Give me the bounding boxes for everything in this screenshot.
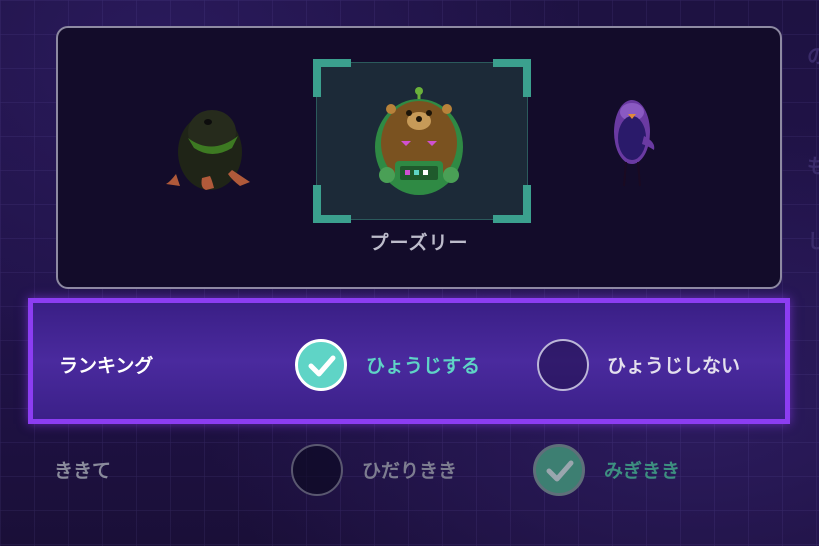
- right-handed-radio[interactable]: [533, 444, 585, 496]
- right-handed-label[interactable]: みぎきき: [604, 456, 680, 483]
- background-decor-text: し: [807, 229, 819, 253]
- selector-corner: [493, 59, 531, 97]
- check-icon: [308, 355, 336, 377]
- ranking-label: ランキング: [59, 355, 154, 377]
- handedness-label: ききて: [54, 460, 112, 482]
- character-platypus[interactable]: [166, 100, 256, 196]
- selected-character-name: プーズリー: [369, 232, 469, 254]
- character-purple-bird[interactable]: [610, 92, 660, 196]
- ranking-setting-row: ランキング ひょうじする ひょうじしない: [28, 298, 790, 424]
- ranking-hide-radio[interactable]: [537, 339, 589, 391]
- left-handed-radio[interactable]: [291, 444, 343, 496]
- ranking-hide-label[interactable]: ひょうじしない: [607, 351, 740, 378]
- selector-corner: [493, 185, 531, 223]
- background-decor-text: も: [807, 154, 819, 178]
- ranking-show-label[interactable]: ひょうじする: [366, 351, 480, 378]
- selector-corner: [313, 185, 351, 223]
- background-decor-text: の: [807, 44, 819, 68]
- ranking-show-radio[interactable]: [295, 339, 347, 391]
- selector-corner: [313, 59, 351, 97]
- character-select-panel: プーズリー: [56, 26, 782, 289]
- character-selector-frame[interactable]: [313, 59, 531, 223]
- left-handed-label[interactable]: ひだりきき: [362, 456, 457, 483]
- character-robot-bear[interactable]: [369, 87, 469, 209]
- check-icon: [546, 460, 574, 482]
- handedness-setting-row: ききて ひだりきき みぎきき: [0, 430, 819, 510]
